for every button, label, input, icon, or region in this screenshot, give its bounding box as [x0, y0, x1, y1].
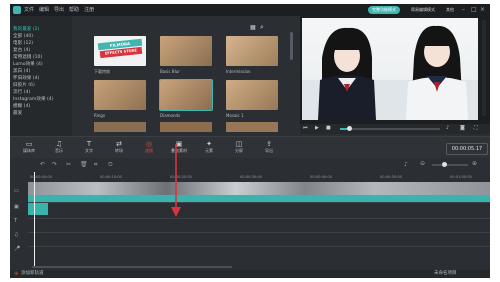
- annotation-arrow: [171, 144, 181, 217]
